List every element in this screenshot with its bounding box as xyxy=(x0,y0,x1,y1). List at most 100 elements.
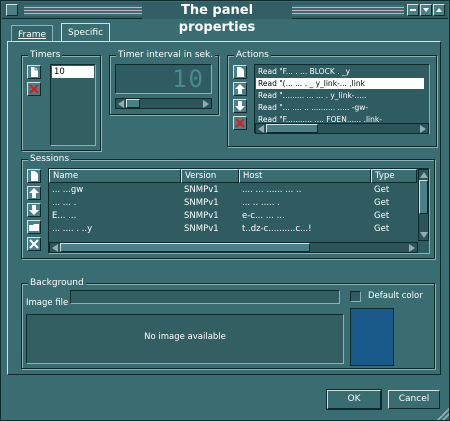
column-header-name[interactable]: Name xyxy=(49,169,181,183)
timer-interval-display: 10 xyxy=(115,64,212,94)
delete-action-button[interactable] xyxy=(233,116,247,130)
timer-interval-slider[interactable] xyxy=(115,98,212,109)
shade-button[interactable] xyxy=(407,4,419,16)
session-name-cell[interactable]: ... ... . xyxy=(49,197,179,209)
scroll-thumb[interactable] xyxy=(60,243,310,252)
panel-properties-window: The panel properties Frame Specific Time… xyxy=(0,0,450,421)
slider-left-arrow[interactable] xyxy=(118,100,124,108)
actions-list[interactable]: Read "F... . ... BLOCK . _y Read "(... .… xyxy=(254,64,430,134)
default-color-checkbox[interactable] xyxy=(350,291,361,302)
new-action-button[interactable] xyxy=(233,65,247,79)
resize-grip[interactable] xyxy=(437,408,449,420)
session-host-cell[interactable]: ... .. ..... . xyxy=(239,197,369,209)
session-version-cell[interactable]: SNMPv1 xyxy=(181,210,239,222)
new-document-icon xyxy=(31,67,38,77)
new-session-button[interactable] xyxy=(27,169,41,183)
actions-group-title: Actions xyxy=(234,49,271,61)
move-session-up-button[interactable] xyxy=(27,186,41,200)
session-version-cell[interactable]: SNMPv1 xyxy=(181,197,239,209)
new-document-icon xyxy=(237,67,244,77)
title-stripes-left xyxy=(24,5,142,16)
scroll-thumb[interactable] xyxy=(419,180,428,214)
timer-interval-value: 10 xyxy=(172,65,205,93)
color-swatch-fill xyxy=(351,309,393,365)
scroll-right-arrow[interactable] xyxy=(409,244,415,252)
session-type-cell[interactable]: Get xyxy=(371,210,417,222)
edit-session-button[interactable] xyxy=(27,220,41,234)
action-row-selected[interactable]: Read "(... ... . _ y_link-... ,link xyxy=(256,78,424,89)
session-host-cell[interactable]: e-c... ... ... xyxy=(239,210,369,222)
maximize-button[interactable] xyxy=(433,4,445,16)
color-swatch[interactable] xyxy=(350,308,394,366)
column-header-host[interactable]: Host xyxy=(239,169,371,183)
image-file-label: Image file xyxy=(26,298,69,308)
session-type-cell[interactable]: Get xyxy=(371,223,417,235)
arrow-up-icon xyxy=(235,84,245,94)
minimize-button[interactable] xyxy=(420,4,432,16)
delete-x-icon xyxy=(29,84,39,94)
move-action-down-button[interactable] xyxy=(233,99,247,113)
no-image-text: No image available xyxy=(144,332,226,342)
scroll-up-arrow[interactable] xyxy=(420,172,428,178)
move-session-down-button[interactable] xyxy=(27,203,41,217)
session-version-cell[interactable]: SNMPv1 xyxy=(181,223,239,235)
scroll-left-arrow[interactable] xyxy=(258,125,264,133)
arrow-down-icon xyxy=(235,101,245,111)
session-type-cell[interactable]: Get xyxy=(371,197,417,209)
scroll-left-arrow[interactable] xyxy=(52,244,58,252)
delete-x-icon xyxy=(29,239,39,249)
session-host-cell[interactable]: .... ... ...... ... .. xyxy=(239,184,369,196)
timers-group: Timers 10 xyxy=(21,49,101,151)
column-header-version[interactable]: Version xyxy=(181,169,239,183)
session-type-cell[interactable]: Get xyxy=(371,184,417,196)
default-color-label: Default color xyxy=(368,291,423,301)
slider-thumb[interactable] xyxy=(126,99,140,108)
timers-list-item[interactable]: 10 xyxy=(52,66,94,78)
tab-specific-label: Specific xyxy=(68,28,104,38)
actions-group: Actions Read "F... . ... BLOCK . _y Read… xyxy=(227,49,437,147)
delete-timer-button[interactable] xyxy=(27,82,41,96)
timer-interval-title: Timer interval in sek. xyxy=(116,49,216,61)
background-group: Background Image file Default color No i… xyxy=(21,277,435,369)
tab-frame[interactable]: Frame xyxy=(11,25,54,41)
session-host-cell[interactable]: t..dz-c..........c...! xyxy=(239,223,369,235)
session-name-cell[interactable]: ... .... . ..y xyxy=(49,223,179,235)
timers-list[interactable]: 10 xyxy=(50,64,96,146)
sessions-table[interactable]: Name Version Host Type ... ...gw SNMPv1 … xyxy=(48,168,430,254)
window-menu-button[interactable] xyxy=(6,4,18,16)
image-preview: No image available xyxy=(26,314,344,364)
window-title: The panel properties xyxy=(142,2,292,35)
sessions-vscroll[interactable] xyxy=(418,169,429,241)
folder-icon xyxy=(29,224,39,231)
action-row[interactable]: Read "......... ... ... . y_link-..... xyxy=(256,90,424,101)
cancel-button[interactable]: Cancel xyxy=(388,390,440,409)
timer-interval-group: Timer interval in sek. 10 xyxy=(109,49,219,115)
scroll-right-arrow[interactable] xyxy=(420,125,426,133)
session-name-cell[interactable]: ... ...gw xyxy=(49,184,179,196)
slider-right-arrow[interactable] xyxy=(203,100,209,108)
scroll-thumb[interactable] xyxy=(266,124,318,133)
sessions-hscroll[interactable] xyxy=(49,242,418,253)
column-header-type[interactable]: Type xyxy=(371,169,417,183)
actions-hscroll[interactable] xyxy=(255,123,429,134)
action-row[interactable]: Read "... .... .. .......... ..... -gw- xyxy=(256,102,424,113)
title-bar[interactable]: The panel properties xyxy=(2,2,448,35)
action-row[interactable]: Read "F... . ... BLOCK . _y xyxy=(256,66,424,77)
tab-specific[interactable]: Specific xyxy=(61,23,111,42)
scroll-down-arrow[interactable] xyxy=(420,232,428,238)
title-stripes-right xyxy=(292,5,404,16)
sessions-group: Sessions Name Version Host Type ... ...g… xyxy=(21,153,435,259)
arrow-up-icon xyxy=(29,188,39,198)
sessions-group-title: Sessions xyxy=(28,153,72,165)
timers-group-title: Timers xyxy=(28,49,63,61)
session-version-cell[interactable]: SNMPv1 xyxy=(181,184,239,196)
delete-x-icon xyxy=(235,118,245,128)
tab-frame-label: Frame xyxy=(18,30,47,40)
ok-button[interactable]: OK xyxy=(326,389,382,410)
move-action-up-button[interactable] xyxy=(233,82,247,96)
session-name-cell[interactable]: E... ... xyxy=(49,210,179,222)
new-timer-button[interactable] xyxy=(27,65,41,79)
arrow-down-icon xyxy=(29,205,39,215)
image-file-input[interactable] xyxy=(70,290,340,304)
delete-session-button[interactable] xyxy=(27,237,41,251)
